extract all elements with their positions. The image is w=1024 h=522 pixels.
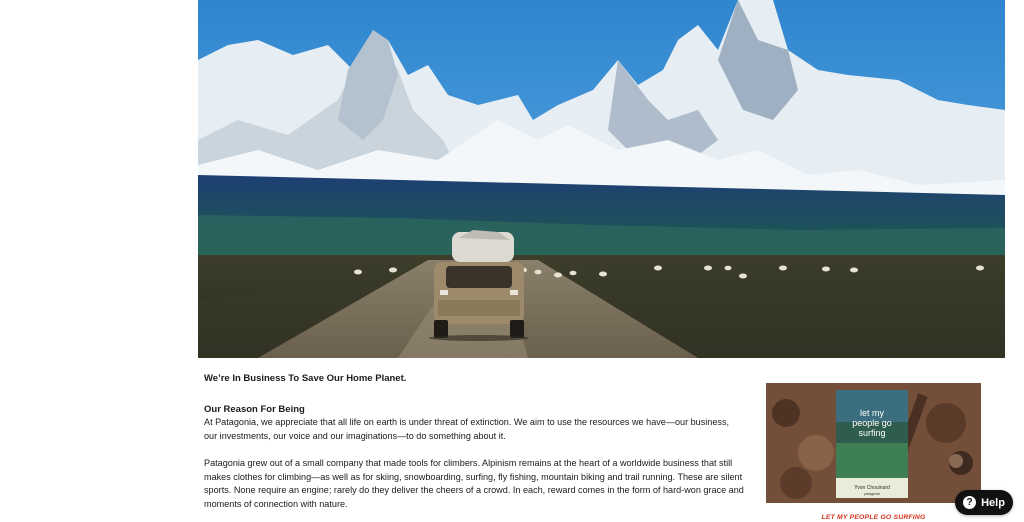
book-author: Yvon Chouinard	[854, 485, 890, 491]
book-publisher: patagonia	[864, 492, 879, 496]
hero-image	[198, 0, 1005, 358]
book-image[interactable]: let my people go surfing Yvon Chouinard …	[766, 383, 981, 503]
mission-heading: We’re In Business To Save Our Home Plane…	[204, 373, 407, 384]
help-icon: ?	[963, 496, 977, 509]
help-label: Help	[981, 496, 1005, 509]
book-link[interactable]: LET MY PEOPLE GO SURFING	[766, 514, 981, 521]
reason-paragraph-1: At Patagonia, we appreciate that all lif…	[204, 417, 730, 441]
book-title-line3: surfing	[858, 428, 885, 438]
help-button[interactable]: ? Help	[955, 490, 1013, 515]
reason-paragraph-2: Patagonia grew out of a small company th…	[204, 458, 744, 509]
book-title-line1: let my	[860, 408, 885, 418]
book-title-line2: people go	[852, 418, 892, 428]
reason-title: Our Reason For Being	[204, 404, 305, 415]
